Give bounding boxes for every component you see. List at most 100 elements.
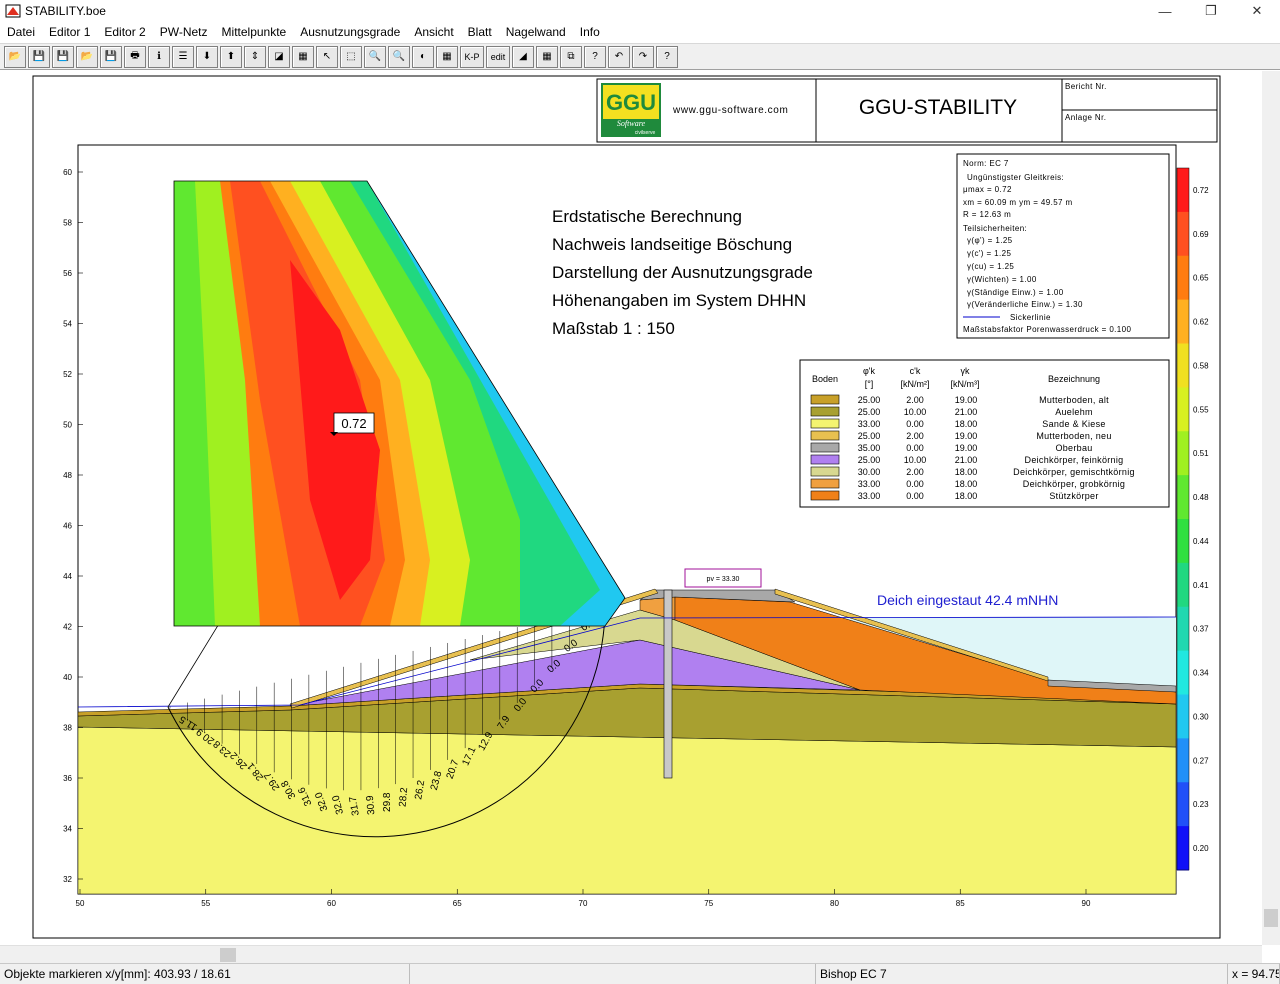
x-tick-label: 75 (704, 899, 713, 908)
y-tick-label: 40 (63, 673, 72, 682)
soil-c: 10.00 (904, 407, 927, 417)
kp-icon: K-P (464, 51, 480, 62)
color-bar-segment (1177, 519, 1189, 564)
fill-button[interactable]: ◐ (412, 45, 434, 68)
list-button[interactable]: ☰ (172, 45, 194, 68)
header-title: GGU-STABILITY (859, 96, 1017, 119)
soil-phi: 33.00 (858, 479, 881, 489)
zoom-in-icon: 🔍 (392, 51, 406, 62)
menu-nagelwand[interactable]: Nagelwand (499, 22, 573, 42)
vertical-scrollbar[interactable] (1262, 71, 1280, 945)
minimize-button[interactable]: — (1142, 0, 1188, 22)
menu-editor-1[interactable]: Editor 1 (42, 22, 97, 42)
redo-button[interactable]: ↷ (632, 45, 654, 68)
info-sicker: Sickerlinie (1010, 313, 1051, 322)
color-bar-segment (1177, 650, 1189, 695)
vertical-scroll-thumb[interactable] (1264, 909, 1278, 927)
soil-phi: 33.00 (858, 419, 881, 429)
color-bar-segment (1177, 562, 1189, 608)
soil-c: 0.00 (906, 491, 924, 501)
color-bar-label: 0.37 (1193, 625, 1209, 634)
menu-ansicht[interactable]: Ansicht (407, 22, 460, 42)
soil-phi: 25.00 (858, 431, 881, 441)
info-button[interactable]: ℹ (148, 45, 170, 68)
soil-swatch (810, 466, 840, 477)
plot-canvas[interactable]: GGU Software civilserve www.ggu-software… (0, 71, 1262, 945)
soil-name: Deichkörper, feinkörnig (1025, 455, 1124, 465)
undo-button[interactable]: ↶ (608, 45, 630, 68)
menu-editor-2[interactable]: Editor 2 (97, 22, 152, 42)
menu-info[interactable]: Info (573, 22, 607, 42)
soil-gamma: 21.00 (955, 407, 978, 417)
info-mu: μmax = 0.72 (963, 185, 1012, 194)
save-as-icon: 💾 (56, 51, 70, 62)
color-bar-label: 0.20 (1193, 844, 1209, 853)
list-icon: ☰ (178, 51, 188, 62)
soil-swatch (810, 478, 840, 489)
color-bar-segment (1177, 299, 1189, 344)
soil-header: γk (961, 366, 971, 376)
help-button[interactable]: ? (656, 45, 678, 68)
copy-button[interactable]: ⧉ (560, 45, 582, 68)
color-mode-button[interactable]: ▦ (292, 45, 314, 68)
color-mode-icon: ▦ (298, 51, 308, 62)
view-3d-button[interactable]: ◪ (268, 45, 290, 68)
print-icon: 🖶 (130, 50, 140, 61)
move-down-button[interactable]: ⬇ (196, 45, 218, 68)
move-vertical-button[interactable]: ⇕ (244, 45, 266, 68)
close-button[interactable]: ✕ (1234, 0, 1280, 22)
y-tick-label: 48 (63, 471, 72, 480)
color-bar-label: 0.23 (1193, 800, 1209, 809)
soil-header: Bezeichnung (1048, 374, 1100, 384)
color-bar-segment (1177, 431, 1189, 476)
drawing-workspace[interactable]: GGU Software civilserve www.ggu-software… (0, 71, 1280, 945)
menu-blatt[interactable]: Blatt (461, 22, 499, 42)
open-file-button[interactable]: 📂 (4, 45, 26, 68)
move-up-button[interactable]: ⬆ (220, 45, 242, 68)
menu-ausnutzungsgrade[interactable]: Ausnutzungsgrade (293, 22, 407, 42)
menu-datei[interactable]: Datei (0, 22, 42, 42)
select-area-button[interactable]: ⬚ (340, 45, 362, 68)
slice-label: 28.2 (398, 787, 411, 808)
restore-button[interactable]: ❐ (1188, 0, 1234, 22)
anlage-label: Anlage Nr. (1065, 113, 1106, 122)
move-up-icon: ⬆ (226, 51, 236, 62)
color-bar-label: 0.30 (1193, 712, 1209, 721)
soil-phi: 25.00 (858, 395, 881, 405)
y-tick-label: 54 (63, 320, 72, 329)
heading-line: Nachweis landseitige Böschung (552, 235, 792, 254)
table-button[interactable]: ▦ (536, 45, 558, 68)
copy-icon: ⧉ (567, 51, 575, 62)
color-bar-label: 0.51 (1193, 449, 1209, 458)
grid-icon: ▦ (442, 51, 452, 62)
save-copy-button[interactable]: 💾 (100, 45, 122, 68)
help-context-button[interactable]: ? (584, 45, 606, 68)
soil-gamma: 19.00 (955, 431, 978, 441)
zoom-out-button[interactable]: 🔍 (364, 45, 386, 68)
color-bar-segment (1177, 782, 1189, 827)
kp-button[interactable]: K-P (460, 45, 484, 68)
title-bar: STABILITY.boe — ❐ ✕ (0, 0, 1280, 22)
info-icon: ℹ (157, 51, 161, 62)
select-pointer-button[interactable]: ↖ (316, 45, 338, 68)
open-folder-button[interactable]: 📂 (76, 45, 98, 68)
zoom-in-button[interactable]: 🔍 (388, 45, 410, 68)
color-bar-segment (1177, 475, 1189, 520)
layer-button[interactable]: ◢ (512, 45, 534, 68)
y-tick-label: 32 (63, 875, 72, 884)
save-as-button[interactable]: 💾 (52, 45, 74, 68)
horizontal-scroll-thumb[interactable] (220, 948, 236, 962)
menu-pw-netz[interactable]: PW-Netz (153, 22, 215, 42)
save-button[interactable]: 💾 (28, 45, 50, 68)
grid-button[interactable]: ▦ (436, 45, 458, 68)
horizontal-scrollbar[interactable] (0, 945, 1262, 963)
soil-unit: [°] (865, 379, 874, 389)
print-button[interactable]: 🖶 (124, 45, 146, 68)
color-bar-label: 0.34 (1193, 669, 1209, 678)
soil-gamma: 18.00 (955, 467, 978, 477)
menu-mittelpunkte[interactable]: Mittelpunkte (215, 22, 294, 42)
info-g5: γ(Ständige Einw.) = 1.00 (967, 288, 1064, 297)
soil-phi: 30.00 (858, 467, 881, 477)
color-bar-label: 0.27 (1193, 756, 1209, 765)
edit-button[interactable]: edit (486, 45, 510, 68)
